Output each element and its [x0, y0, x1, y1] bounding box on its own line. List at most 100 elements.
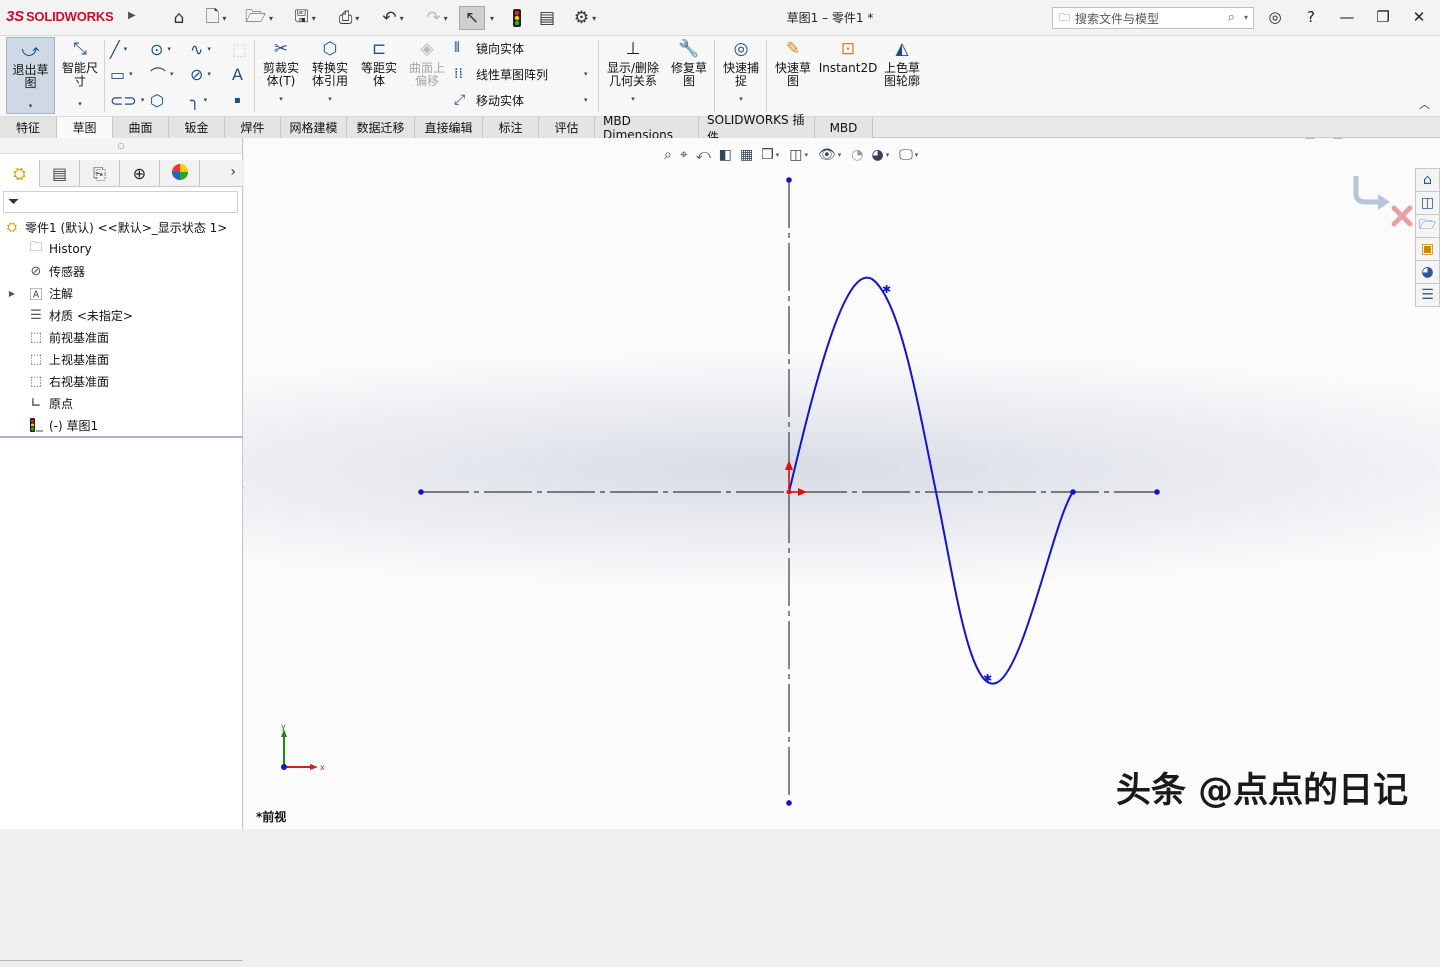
- tab-8[interactable]: 标注: [483, 117, 539, 138]
- quick-snaps-button[interactable]: ◎ 快速捕捉 ▾: [718, 38, 764, 106]
- tab-7[interactable]: 直接编辑: [415, 117, 483, 138]
- display-manager-tab[interactable]: [160, 160, 200, 187]
- tab-12[interactable]: MBD: [815, 117, 873, 138]
- panel-bottom-tabs: [0, 960, 243, 967]
- tab-6[interactable]: 数据迁移: [347, 117, 415, 138]
- collapse-ribbon-icon[interactable]: ︿: [1419, 96, 1430, 112]
- smart-dimension-icon: ⤡: [73, 38, 87, 59]
- configuration-manager-tab[interactable]: ⎘: [80, 160, 120, 187]
- exit-sketch-button[interactable]: ⤻ 退出草图 ▾: [6, 37, 55, 114]
- instant2d-button[interactable]: ⊡ Instant2D: [819, 38, 878, 75]
- rebuild-traffic-light-icon[interactable]: [506, 6, 528, 30]
- offset-on-surface-button[interactable]: ◈ 曲面上偏移: [404, 38, 450, 88]
- select-pointer-button[interactable]: ↖: [459, 6, 485, 30]
- sketch-box-icon[interactable]: ⬚: [232, 38, 247, 60]
- centerline-endpoint-top[interactable]: [786, 177, 792, 183]
- new-document-button[interactable]: 🗋 ▾: [198, 6, 234, 30]
- tree-filter-input[interactable]: ⏷: [3, 191, 238, 213]
- chevron-right-icon[interactable]: ›: [230, 164, 236, 180]
- home-icon[interactable]: ⌂: [168, 6, 190, 30]
- text-tool-icon[interactable]: A: [232, 63, 243, 85]
- redo-button[interactable]: ↷ ▾: [418, 6, 456, 30]
- arc-tool-button[interactable]: ⌒ ▾: [150, 63, 174, 85]
- tab-10[interactable]: MBD Dimensions: [595, 114, 699, 142]
- expand-arrow-icon[interactable]: ▶: [6, 289, 18, 298]
- select-dropdown-icon[interactable]: ▾: [486, 6, 498, 30]
- centerline-endpoint-right[interactable]: [1154, 489, 1160, 495]
- move-entities-button[interactable]: ⤢ 移动实体 ▾: [454, 89, 594, 111]
- mirror-entities-button[interactable]: ⫴ 镜向实体: [454, 37, 524, 59]
- tab-11[interactable]: SOLIDWORKS 插件: [699, 113, 815, 144]
- spline-tool-button[interactable]: ∿ ▾: [190, 38, 211, 60]
- polygon-tool-button[interactable]: ⬡: [150, 89, 164, 111]
- spline-curve[interactable]: [788, 276, 1074, 685]
- tree-item-history[interactable]: 🗀 History: [0, 238, 243, 260]
- fillet-tool-button[interactable]: ╮ ▾: [190, 89, 207, 111]
- search-input[interactable]: 🗀 搜索文件与模型 ⌕ ▾: [1052, 7, 1254, 29]
- user-account-icon[interactable]: ◎: [1264, 8, 1286, 26]
- property-manager-tab[interactable]: ▤: [40, 160, 80, 187]
- slot-tool-button[interactable]: ⊂⊃ ▾: [110, 89, 144, 111]
- spline-point-marker-bottom[interactable]: ✱: [983, 672, 992, 685]
- dimxpert-manager-tab[interactable]: ⊕: [120, 160, 160, 187]
- centerline-endpoint-left[interactable]: [418, 489, 424, 495]
- line-tool-button[interactable]: ╱ ▾: [110, 38, 127, 60]
- tab-1[interactable]: 草图: [57, 117, 113, 138]
- open-document-button[interactable]: 🗁 ▾: [240, 6, 278, 30]
- feature-manager-tab[interactable]: ⛭: [0, 160, 40, 187]
- options-gear-button[interactable]: ⚙ ▾: [566, 6, 604, 30]
- tab-3[interactable]: 钣金: [169, 117, 225, 138]
- display-relations-button[interactable]: ⊥ 显示/删除几何关系 ▾: [602, 38, 664, 106]
- convert-entities-button[interactable]: ⬡ 转换实体引用 ▾: [306, 38, 354, 106]
- triad-y-label: y: [281, 722, 286, 731]
- circle-tool-button[interactable]: ⊙ ▾: [150, 38, 171, 60]
- search-dropdown-icon[interactable]: ▾: [1244, 13, 1248, 22]
- restore-button[interactable]: ❐: [1372, 8, 1394, 26]
- close-button[interactable]: ✕: [1408, 8, 1430, 26]
- command-manager-ribbon: ⤻ 退出草图 ▾ ⤡ 智能尺寸 ▾ ╱ ▾ ⊙ ▾ ∿ ▾ ⬚ ▭ ▾ ⌒ ▾ ⊘ ▾ A …: [0, 36, 1440, 117]
- triad-x-label: x: [320, 763, 325, 772]
- print-button[interactable]: ⎙ ▾: [330, 6, 368, 30]
- logo-menu-arrow-icon[interactable]: ▶: [128, 10, 136, 21]
- point-tool-icon[interactable]: ▪: [234, 89, 241, 111]
- help-icon[interactable]: ?: [1300, 8, 1322, 26]
- tree-root-part[interactable]: ⛭ 零件1 (默认) <<默认>_显示状态 1>: [0, 216, 243, 238]
- rapid-sketch-icon: ✎: [785, 38, 801, 59]
- save-button[interactable]: 🖫 ▾: [286, 6, 324, 30]
- ellipse-tool-button[interactable]: ⊘ ▾: [190, 63, 211, 85]
- tree-item-front-plane[interactable]: ⬚ 前视基准面: [0, 326, 243, 348]
- trim-entities-button[interactable]: ✂ 剪裁实体(T) ▾: [258, 38, 304, 106]
- panel-grip[interactable]: ○: [0, 138, 242, 154]
- reference-triad[interactable]: y x: [270, 720, 330, 780]
- tree-item-origin[interactable]: ∟ 原点: [0, 392, 243, 414]
- file-properties-icon[interactable]: ▤: [536, 6, 558, 30]
- tab-0[interactable]: 特征: [0, 117, 57, 138]
- centerline-endpoint-bottom[interactable]: [786, 800, 792, 806]
- tree-item-annotations[interactable]: ▶ 🄰 注解: [0, 282, 243, 304]
- tab-2[interactable]: 曲面: [113, 117, 169, 138]
- offset-entities-button[interactable]: ⊏ 等距实体: [356, 38, 402, 88]
- rapid-sketch-button[interactable]: ✎ 快速草图: [770, 38, 816, 88]
- linear-pattern-button[interactable]: ⁞⁞ 线性草图阵列 ▾: [454, 63, 594, 85]
- solidworks-logo[interactable]: 3S SOLIDWORKS: [6, 8, 114, 25]
- graphics-area[interactable]: ⌕ ⌖ ⤺ ◧ ▦ ❒▾ ◫▾ 👁▾ ◔ ◕▾ 🖵▾ ◧ ◨ – ❐ ✕ ⌂ ◫…: [244, 138, 1440, 829]
- smart-dimension-button[interactable]: ⤡ 智能尺寸 ▾: [58, 38, 102, 111]
- undo-button[interactable]: ↶ ▾: [374, 6, 412, 30]
- tab-9[interactable]: 评估: [539, 117, 595, 138]
- tab-5[interactable]: 网格建模: [281, 117, 347, 138]
- tab-4[interactable]: 焊件: [225, 117, 281, 138]
- tree-item-sensors[interactable]: ⊘ 传感器: [0, 260, 243, 282]
- minimize-button[interactable]: —: [1336, 8, 1358, 26]
- quick-snaps-icon: ◎: [733, 38, 749, 59]
- tree-item-material[interactable]: ☰ 材质 <未指定>: [0, 304, 243, 326]
- spline-point-marker-top[interactable]: ✱: [882, 283, 891, 296]
- spline-endpoint[interactable]: [1070, 489, 1076, 495]
- shaded-contours-button[interactable]: ◭ 上色草图轮廓: [878, 38, 926, 88]
- rectangle-tool-button[interactable]: ▭ ▾: [110, 63, 133, 85]
- rollback-bar[interactable]: [0, 436, 243, 438]
- search-icon[interactable]: ⌕: [1228, 10, 1235, 25]
- tree-item-sketch1[interactable]: (-) 草图1: [0, 414, 243, 436]
- tree-item-top-plane[interactable]: ⬚ 上视基准面: [0, 348, 243, 370]
- tree-item-right-plane[interactable]: ⬚ 右视基准面: [0, 370, 243, 392]
- repair-sketch-button[interactable]: 🔧 修复草图: [666, 38, 712, 88]
